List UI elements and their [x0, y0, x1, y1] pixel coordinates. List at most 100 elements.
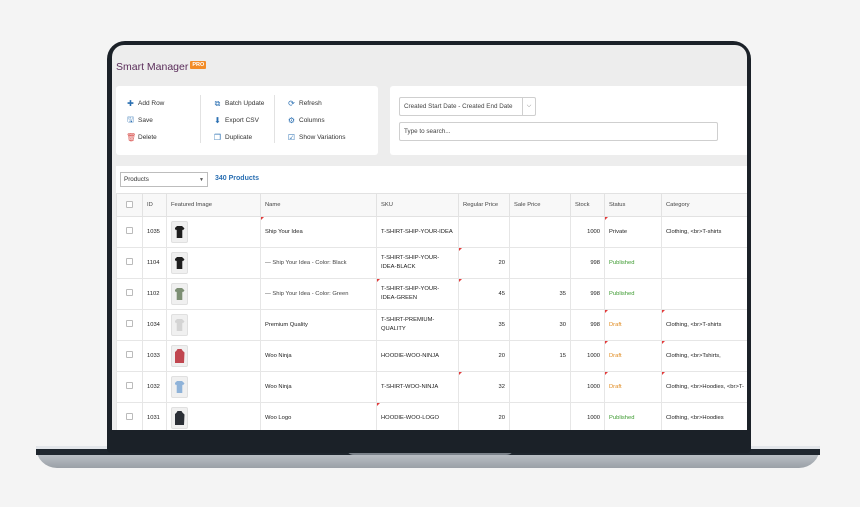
- cell-id[interactable]: 1033: [142, 340, 167, 372]
- delete-button[interactable]: 🗑 Delete: [126, 129, 164, 146]
- header-featured-image[interactable]: Featured Image: [166, 193, 261, 217]
- chevron-down-icon: ⌵: [522, 98, 535, 115]
- cell-regular-price[interactable]: 35: [458, 309, 510, 341]
- cell-id[interactable]: 1034: [142, 309, 167, 341]
- cell-sku[interactable]: HOODIE-WOO-LOGO: [376, 402, 459, 430]
- cell-name[interactable]: Woo Ninja: [260, 340, 377, 372]
- cell-sale-price[interactable]: 35: [509, 278, 571, 310]
- cell-status[interactable]: Published: [604, 402, 662, 430]
- cell-featured-image[interactable]: [166, 371, 261, 403]
- cell-regular-price[interactable]: [458, 216, 510, 248]
- header-id[interactable]: ID: [142, 193, 167, 217]
- header-name[interactable]: Name: [260, 193, 377, 217]
- cell-name[interactable]: Woo Ninja: [260, 371, 377, 403]
- cell-status[interactable]: Published: [604, 278, 662, 310]
- cell-category[interactable]: [661, 278, 747, 310]
- cell-name[interactable]: Premium Quality: [260, 309, 377, 341]
- cell-id[interactable]: 1104: [142, 247, 167, 279]
- product-image: [171, 407, 188, 429]
- header-category[interactable]: Category: [661, 193, 747, 217]
- cell-sku[interactable]: T-SHIRT-SHIP-YOUR-IDEA-GREEN: [376, 278, 459, 310]
- row-checkbox[interactable]: [126, 226, 133, 234]
- row-checkbox[interactable]: [126, 288, 133, 296]
- cell-category[interactable]: Clothing, <br>T-shirts: [661, 216, 747, 248]
- cell-stock[interactable]: 1000: [570, 340, 605, 372]
- cell-name[interactable]: Woo Logo: [260, 402, 377, 430]
- cell-sku[interactable]: T-SHIRT-PREMIUM-QUALITY: [376, 309, 459, 341]
- cell-stock[interactable]: 1000: [570, 216, 605, 248]
- duplicate-icon: ❐: [213, 133, 222, 142]
- header-status[interactable]: Status: [604, 193, 662, 217]
- duplicate-button[interactable]: ❐ Duplicate: [201, 129, 264, 146]
- cell-stock[interactable]: 998: [570, 247, 605, 279]
- cell-regular-price[interactable]: 20: [458, 402, 510, 430]
- cell-id[interactable]: 1035: [142, 216, 167, 248]
- cell-featured-image[interactable]: [166, 216, 261, 248]
- product-image: [171, 345, 188, 367]
- header-stock[interactable]: Stock: [570, 193, 605, 217]
- cell-category[interactable]: Clothing, <br>T-shirts: [661, 309, 747, 341]
- cell-id[interactable]: 1032: [142, 371, 167, 403]
- select-all-checkbox[interactable]: [126, 200, 133, 208]
- cell-id[interactable]: 1031: [142, 402, 167, 430]
- cell-stock[interactable]: 998: [570, 278, 605, 310]
- cell-regular-price[interactable]: 20: [458, 340, 510, 372]
- cell-sku[interactable]: T-SHIRT-SHIP-YOUR-IDEA-BLACK: [376, 247, 459, 279]
- row-checkbox[interactable]: [126, 257, 133, 265]
- cell-name[interactable]: Ship Your Idea: [260, 216, 377, 248]
- cell-category[interactable]: Clothing, <br>Hoodies: [661, 402, 747, 430]
- show-variations-toggle[interactable]: ☑ Show Variations: [275, 129, 346, 146]
- add-row-button[interactable]: ✚ Add Row: [126, 95, 164, 112]
- cell-status[interactable]: Draft: [604, 340, 662, 372]
- export-csv-button[interactable]: ⬇ Export CSV: [201, 112, 264, 129]
- cell-sale-price[interactable]: [509, 216, 571, 248]
- cell-featured-image[interactable]: [166, 309, 261, 341]
- columns-button[interactable]: ⚙ Columns: [275, 112, 346, 129]
- checkbox-checked-icon: ☑: [287, 133, 296, 142]
- cell-featured-image[interactable]: [166, 340, 261, 372]
- cell-status[interactable]: Draft: [604, 371, 662, 403]
- cell-category[interactable]: [661, 247, 747, 279]
- cell-status[interactable]: Private: [604, 216, 662, 248]
- cell-sale-price[interactable]: 30: [509, 309, 571, 341]
- cell-category[interactable]: Clothing, <br>Hoodies, <br>T-: [661, 371, 747, 403]
- cell-stock[interactable]: 998: [570, 309, 605, 341]
- cell-category[interactable]: Clothing, <br>Tshirts,: [661, 340, 747, 372]
- cell-featured-image[interactable]: [166, 402, 261, 430]
- cell-regular-price[interactable]: 32: [458, 371, 510, 403]
- cell-featured-image[interactable]: [166, 278, 261, 310]
- cell-name[interactable]: — Ship Your Idea - Color: Black: [260, 247, 377, 279]
- cell-sku[interactable]: HOODIE-WOO-NINJA: [376, 340, 459, 372]
- date-range-select[interactable]: Created Start Date - Created End Date ⌵: [399, 97, 536, 116]
- cell-sale-price[interactable]: [509, 402, 571, 430]
- search-input[interactable]: [399, 122, 718, 141]
- table-header-row: ID Featured Image Name SKU Regular Price…: [116, 193, 747, 217]
- row-checkbox[interactable]: [126, 319, 133, 327]
- row-checkbox[interactable]: [126, 381, 133, 389]
- cell-name[interactable]: — Ship Your Idea - Color: Green: [260, 278, 377, 310]
- refresh-button[interactable]: ⟳ Refresh: [275, 95, 346, 112]
- header-regular-price[interactable]: Regular Price: [458, 193, 510, 217]
- cell-featured-image[interactable]: [166, 247, 261, 279]
- trash-icon: 🗑: [126, 133, 137, 142]
- header-sku[interactable]: SKU: [376, 193, 459, 217]
- cell-status[interactable]: Draft: [604, 309, 662, 341]
- save-button[interactable]: 🖫 Save: [126, 112, 164, 129]
- cell-stock[interactable]: 1000: [570, 371, 605, 403]
- cell-sku[interactable]: T-SHIRT-WOO-NINJA: [376, 371, 459, 403]
- cell-regular-price[interactable]: 45: [458, 278, 510, 310]
- row-checkbox[interactable]: [126, 350, 133, 358]
- duplicate-label: Duplicate: [225, 134, 253, 141]
- header-sale-price[interactable]: Sale Price: [509, 193, 571, 217]
- batch-update-button[interactable]: ⧉ Batch Update: [201, 95, 265, 112]
- cell-id[interactable]: 1102: [142, 278, 167, 310]
- cell-sale-price[interactable]: [509, 247, 571, 279]
- cell-stock[interactable]: 1000: [570, 402, 605, 430]
- row-checkbox[interactable]: [126, 412, 133, 420]
- cell-sale-price[interactable]: [509, 371, 571, 403]
- cell-sku[interactable]: T-SHIRT-SHIP-YOUR-IDEA: [376, 216, 459, 248]
- cell-regular-price[interactable]: 20: [458, 247, 510, 279]
- cell-sale-price[interactable]: 15: [509, 340, 571, 372]
- post-type-select[interactable]: Products ▼: [120, 172, 208, 187]
- cell-status[interactable]: Published: [604, 247, 662, 279]
